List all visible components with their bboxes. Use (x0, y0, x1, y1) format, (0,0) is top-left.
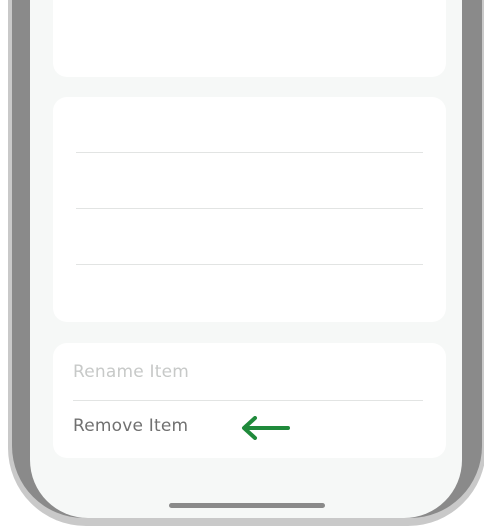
phone-screen: Rename Item Remove Item (30, 0, 462, 518)
list-divider (76, 152, 423, 153)
remove-item-button[interactable]: Remove Item (73, 416, 188, 436)
actions-card: Rename Item Remove Item (53, 343, 446, 458)
list-card (53, 97, 446, 322)
list-divider (76, 264, 423, 265)
list-divider (76, 208, 423, 209)
rename-item-button[interactable]: Rename Item (73, 362, 189, 382)
actions-divider (73, 400, 423, 401)
stage: Rename Item Remove Item (0, 0, 484, 528)
arrow-left-icon (242, 416, 290, 440)
top-card (53, 0, 446, 77)
home-indicator[interactable] (169, 503, 325, 508)
